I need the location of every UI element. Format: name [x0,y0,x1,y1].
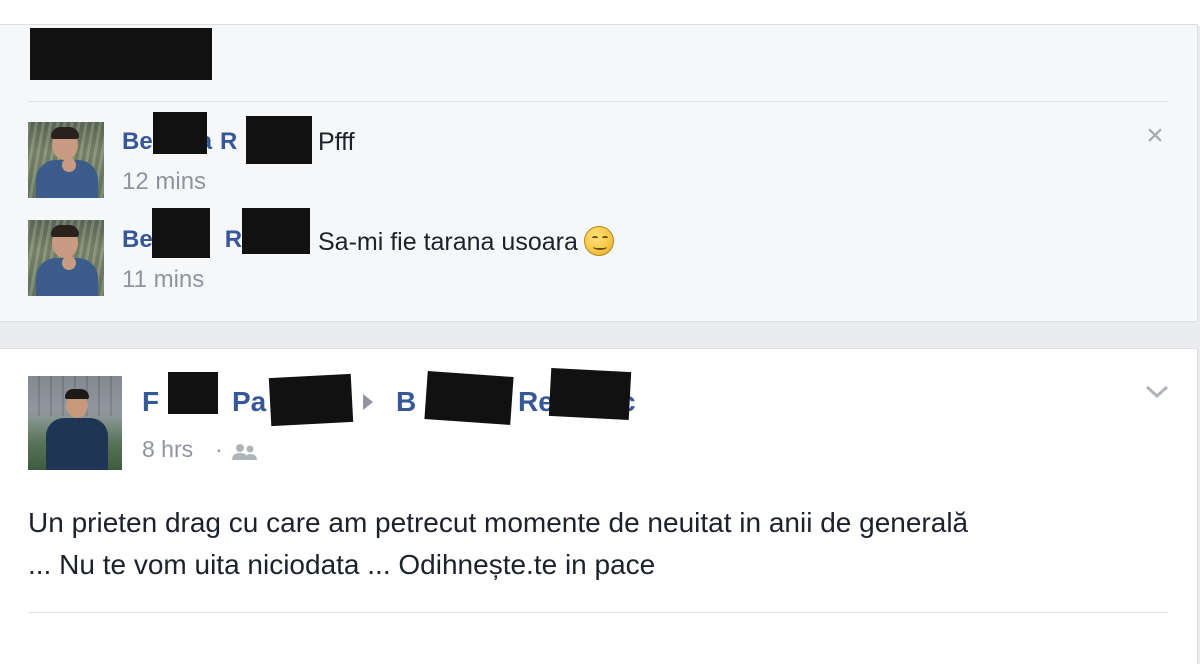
comment-item: BeaR Pfff 12 mins [28,112,1168,212]
post-avatar[interactable] [28,376,122,470]
post-body: Un prieten drag cu care am petrecut mome… [28,502,1168,586]
redaction-box [548,367,632,421]
meta-separator: · [215,436,223,462]
comment-text: Pfff [318,128,355,156]
post-author-first[interactable]: F [142,386,159,418]
post-timestamp[interactable]: 8 hrs [142,436,193,463]
comment-timestamp[interactable]: 12 mins [122,168,206,196]
comment-text: Sa-mi fie tarana usoara [318,226,614,257]
likes-summary: Berar likes this. [28,28,1168,102]
redaction-box [30,28,212,80]
redaction-box [424,371,514,425]
top-strip [0,0,1200,26]
redaction-box [268,373,354,427]
comment-timestamp[interactable]: 11 mins [122,266,204,294]
redaction-box [152,208,210,258]
arrow-right-icon [363,394,373,410]
redaction-box [246,116,312,164]
chevron-down-icon[interactable] [1144,382,1170,402]
friends-icon[interactable] [230,442,260,462]
comment-item: Be R Sa-mi fie tarana usoara 11 mins [28,208,1168,310]
post-target-first[interactable]: B [396,386,416,418]
redaction-box [153,112,207,154]
close-icon[interactable]: × [1143,121,1167,151]
avatar[interactable] [28,122,104,198]
redaction-box [242,208,310,254]
confused-smiley-icon [583,226,614,256]
avatar[interactable] [28,220,104,296]
redaction-box [168,372,218,414]
post-body-line: ... Nu te vom uita niciodata ... Odihneș… [28,549,656,580]
divider [28,612,1168,613]
post-body-line: Un prieten drag cu care am petrecut mome… [28,507,969,538]
post-author-last[interactable]: Pa [232,386,266,418]
